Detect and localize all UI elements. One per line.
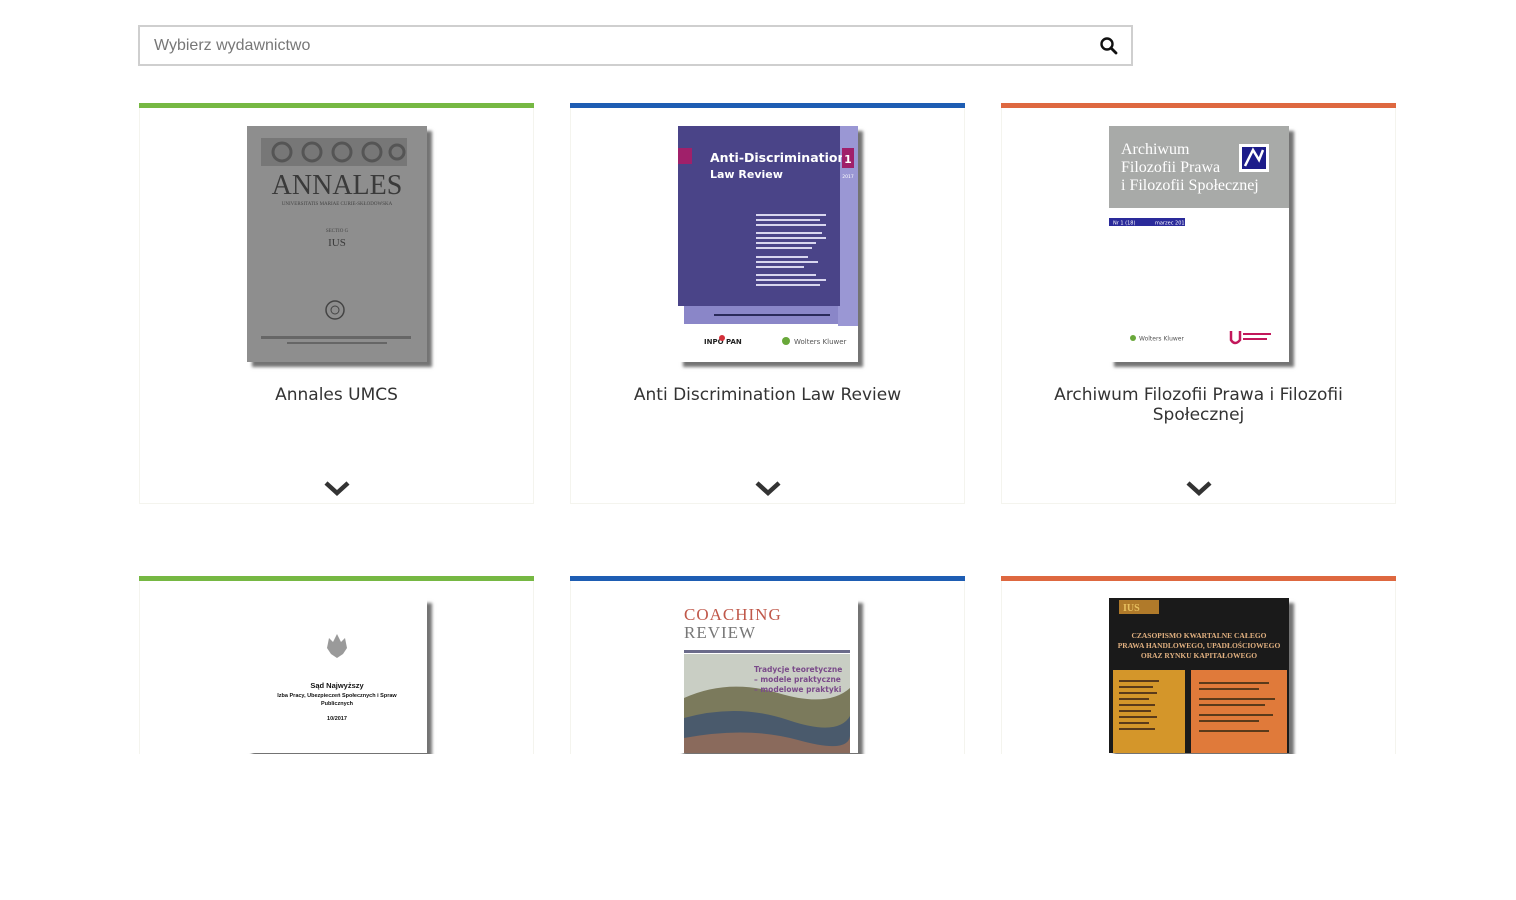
card-accent-bar bbox=[139, 576, 534, 581]
journal-card-ius-czasopismo[interactable]: IUS CZASOPISMO KWARTALNE CAŁEGO PRAWA HA… bbox=[1001, 576, 1396, 754]
cover-line2: REVIEW bbox=[684, 623, 756, 642]
journal-cover-image[interactable]: IUS CZASOPISMO KWARTALNE CAŁEGO PRAWA HA… bbox=[1108, 598, 1289, 753]
cover-logo: IUS bbox=[1123, 603, 1140, 614]
cover-theme1: Tradycje teoretyczne bbox=[754, 665, 842, 674]
cover-line1: CZASOPISMO KWARTALNE CAŁEGO bbox=[1131, 631, 1266, 640]
cover-line2: PRAWA HANDLOWEGO, UPADŁOŚCIOWEGO bbox=[1117, 640, 1280, 650]
cover-line1: COACHING bbox=[684, 605, 782, 624]
second-row-viewport: Sąd Najwyższy Izba Pracy, Ubezpieczeń Sp… bbox=[0, 0, 1516, 754]
sn-cover-art: Sąd Najwyższy Izba Pracy, Ubezpieczeń Sp… bbox=[246, 598, 427, 753]
journal-card-coaching-review[interactable]: COACHING REVIEW Tradycje teoretyczne – m… bbox=[570, 576, 965, 754]
journal-cover-image[interactable]: Sąd Najwyższy Izba Pracy, Ubezpieczeń Sp… bbox=[246, 598, 427, 753]
ius-cover-art: IUS CZASOPISMO KWARTALNE CAŁEGO PRAWA HA… bbox=[1108, 598, 1289, 753]
cover-theme3: – modelowe praktyki bbox=[754, 685, 841, 694]
cover-issue: 10/2017 bbox=[327, 716, 347, 722]
card-accent-bar bbox=[1001, 576, 1396, 581]
cover-theme2: – modele praktyczne bbox=[754, 675, 841, 684]
cover-line3: Publicznych bbox=[320, 701, 353, 707]
cover-line2: Izba Pracy, Ubezpieczeń Społecznych i Sp… bbox=[277, 693, 397, 699]
cover-line1: Sąd Najwyższy bbox=[310, 681, 364, 690]
journal-cover-image[interactable]: COACHING REVIEW Tradycje teoretyczne – m… bbox=[677, 598, 858, 753]
journal-card-sad-najwyzszy[interactable]: Sąd Najwyższy Izba Pracy, Ubezpieczeń Sp… bbox=[139, 576, 534, 754]
card-accent-bar bbox=[570, 576, 965, 581]
coaching-cover-art: COACHING REVIEW Tradycje teoretyczne – m… bbox=[677, 598, 858, 753]
cover-line3: ORAZ RYNKU KAPITAŁOWEGO bbox=[1140, 651, 1256, 660]
